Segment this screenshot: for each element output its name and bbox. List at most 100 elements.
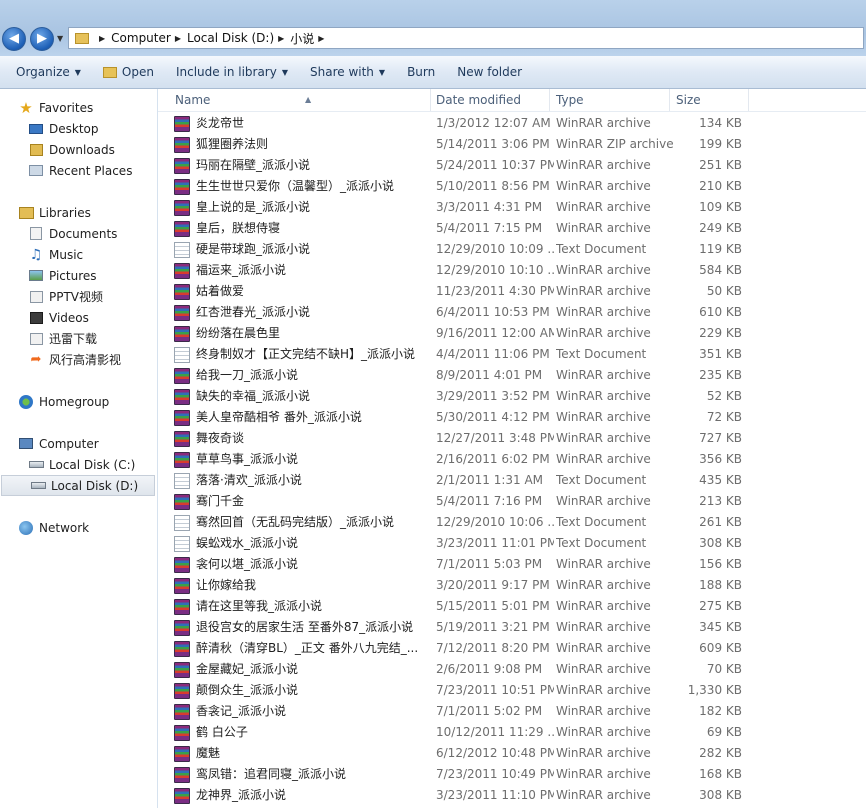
file-row[interactable]: 硬是带球跑_派派小说 12/29/2010 10:09 ... Text Docum…	[158, 239, 866, 260]
column-header-type[interactable]: Type	[550, 89, 670, 111]
file-size: 282 KB	[699, 746, 742, 760]
file-row[interactable]: 骞然回首（无乱码完结版）_派派小说 12/29/2010 10:06 ... Tex…	[158, 512, 866, 533]
file-date-modified: 3/29/2011 3:52 PM	[436, 389, 550, 403]
chevron-right-icon[interactable]: ▶	[278, 34, 284, 43]
nav-libraries[interactable]: Libraries	[0, 202, 175, 223]
column-label: Type	[556, 93, 584, 107]
winrar-archive-icon	[174, 745, 190, 762]
pptv-folder-icon	[28, 290, 44, 304]
file-size: 351 KB	[699, 347, 742, 361]
column-header-size[interactable]: Size	[670, 89, 749, 111]
file-row[interactable]: 舞夜奇谈 12/27/2011 3:48 PM WinRAR archive 727 …	[158, 428, 866, 449]
text-document-icon	[174, 472, 190, 489]
file-size: 182 KB	[699, 704, 742, 718]
nav-network[interactable]: Network	[0, 517, 175, 538]
file-name: 退役宫女的居家生活 至番外87_派派小说	[196, 620, 414, 634]
file-name-cell: 纷纷落在晨色里	[174, 323, 422, 344]
file-row[interactable]: 纷纷落在晨色里 9/16/2011 12:00 AM WinRAR archive 2…	[158, 323, 866, 344]
file-row[interactable]: 福运来_派派小说 12/29/2010 10:10 ... WinRAR archi…	[158, 260, 866, 281]
winrar-archive-icon	[174, 178, 190, 195]
file-date-modified: 11/23/2011 4:30 PM	[436, 284, 554, 298]
chevron-right-icon[interactable]: ▶	[99, 34, 105, 43]
file-name-cell: 生生世世只爱你（温馨型）_派派小说	[174, 176, 422, 197]
nav-favorites[interactable]: ★ Favorites	[0, 97, 175, 118]
file-name: 香衾记_派派小说	[196, 704, 287, 718]
breadcrumb-current-folder[interactable]: 小说	[290, 30, 314, 47]
file-row[interactable]: 草草鸟事_派派小说 2/16/2011 6:02 PM WinRAR archive…	[158, 449, 866, 470]
winrar-archive-icon	[174, 556, 190, 573]
file-row[interactable]: 给我一刀_派派小说 8/9/2011 4:01 PM WinRAR archive 2…	[158, 365, 866, 386]
breadcrumb: ▶ Computer ▶ Local Disk (D:) ▶ 小说 ▶	[95, 30, 330, 47]
file-row[interactable]: 狐狸圈养法则 5/14/2011 3:06 PM WinRAR ZIP archiv…	[158, 134, 866, 155]
address-bar[interactable]: ▶ Computer ▶ Local Disk (D:) ▶ 小说 ▶	[68, 27, 864, 49]
command-bar: Organize ▼ Open Include in library ▼ Sha…	[0, 56, 866, 89]
file-row[interactable]: 鸾凤错：追君同寝_派派小说 7/23/2011 10:49 PM WinRAR ar…	[158, 764, 866, 785]
file-row[interactable]: 终身制奴才【正文完结不缺H】_派派小说 4/4/2011 11:06 PM Text…	[158, 344, 866, 365]
file-name-cell: 请在这里等我_派派小说	[174, 596, 422, 617]
file-name-cell: 美人皇帝酷相爷 番外_派派小说	[174, 407, 422, 428]
nav-label: Recent Places	[49, 163, 133, 178]
file-name-cell: 骞然回首（无乱码完结版）_派派小说	[174, 512, 422, 533]
file-date-modified: 3/23/2011 11:10 PM	[436, 788, 554, 802]
nav-label: Homegroup	[39, 394, 110, 409]
include-in-library-button[interactable]: Include in library ▼	[168, 60, 296, 84]
file-row[interactable]: 玛丽在隔壁_派派小说 5/24/2011 10:37 PM WinRAR archi…	[158, 155, 866, 176]
file-size: 609 KB	[699, 641, 742, 655]
file-type: WinRAR archive	[556, 578, 651, 592]
column-header-name[interactable]: Name ▲	[169, 89, 431, 111]
burn-button[interactable]: Burn	[399, 60, 443, 84]
file-row[interactable]: 龙神界_派派小说 3/23/2011 11:10 PM WinRAR archive…	[158, 785, 866, 806]
file-row[interactable]: 姑着做爱 11/23/2011 4:30 PM WinRAR archive 50 K…	[158, 281, 866, 302]
column-header-date[interactable]: Date modified	[430, 89, 550, 111]
organize-button[interactable]: Organize ▼	[8, 60, 89, 84]
winrar-archive-icon	[174, 724, 190, 741]
file-row[interactable]: 衾何以堪_派派小说 7/1/2011 5:03 PM WinRAR archive 1…	[158, 554, 866, 575]
file-row[interactable]: 金屋藏妃_派派小说 2/6/2011 9:08 PM WinRAR archive 7…	[158, 659, 866, 680]
file-row[interactable]: 美人皇帝酷相爷 番外_派派小说 5/30/2011 4:12 PM WinRAR a…	[158, 407, 866, 428]
file-row[interactable]: 颠倒众生_派派小说 7/23/2011 10:51 PM WinRAR archiv…	[158, 680, 866, 701]
file-size: 251 KB	[699, 158, 742, 172]
file-size: 308 KB	[699, 536, 742, 550]
file-type: WinRAR archive	[556, 557, 651, 571]
back-arrow-icon[interactable]: ◀	[2, 27, 26, 51]
file-name-cell: 给我一刀_派派小说	[174, 365, 422, 386]
file-row[interactable]: 让你嫁给我 3/20/2011 9:17 PM WinRAR archive 188 …	[158, 575, 866, 596]
new-folder-button[interactable]: New folder	[449, 60, 530, 84]
file-size: 1,330 KB	[687, 683, 742, 697]
file-row[interactable]: 落落·清欢_派派小说 2/1/2011 1:31 AM Text Document 4…	[158, 470, 866, 491]
nav-local-disk-d[interactable]: Local Disk (D:)	[1, 475, 155, 496]
chevron-right-icon[interactable]: ▶	[175, 34, 181, 43]
open-button[interactable]: Open	[95, 60, 162, 84]
file-row[interactable]: 请在这里等我_派派小说 5/15/2011 5:01 PM WinRAR archi…	[158, 596, 866, 617]
forward-arrow-icon[interactable]: ▶	[30, 27, 54, 51]
file-name: 硬是带球跑_派派小说	[196, 242, 311, 256]
nav-homegroup[interactable]: Homegroup	[0, 391, 175, 412]
file-row[interactable]: 香衾记_派派小说 7/1/2011 5:02 PM WinRAR archive 18…	[158, 701, 866, 722]
file-row[interactable]: 醉清秋（清穿BL）_正文 番外八九完结_... 7/12/2011 8:20 PM…	[158, 638, 866, 659]
breadcrumb-computer[interactable]: Computer	[111, 31, 171, 45]
file-row[interactable]: 生生世世只爱你（温馨型）_派派小说 5/10/2011 8:56 PM WinRAR…	[158, 176, 866, 197]
recent-pages-chevron-icon[interactable]: ▼	[57, 32, 65, 46]
file-row[interactable]: 魔魅 6/12/2012 10:48 PM WinRAR archive 282 KB	[158, 743, 866, 764]
xunlei-folder-icon	[28, 332, 44, 346]
winrar-archive-icon	[174, 766, 190, 783]
file-row[interactable]: 退役宫女的居家生活 至番外87_派派小说 5/19/2011 3:21 PM Win…	[158, 617, 866, 638]
nav-computer[interactable]: Computer	[0, 433, 175, 454]
file-row[interactable]: 鹤 白公子 10/12/2011 11:29 ... WinRAR archive 6…	[158, 722, 866, 743]
share-with-button[interactable]: Share with ▼	[302, 60, 393, 84]
column-label: Date modified	[436, 93, 522, 107]
file-row[interactable]: 蜈蚣戏水_派派小说 3/23/2011 11:01 PM Text Document…	[158, 533, 866, 554]
file-date-modified: 6/12/2012 10:48 PM	[436, 746, 554, 760]
file-type: Text Document	[556, 347, 647, 361]
file-row[interactable]: 炎龙帝世 1/3/2012 12:07 AM WinRAR archive 134 K…	[158, 113, 866, 134]
winrar-archive-icon	[174, 304, 190, 321]
file-row[interactable]: 缺失的幸福_派派小说 3/29/2011 3:52 PM WinRAR archiv…	[158, 386, 866, 407]
file-row[interactable]: 皇上说的是_派派小说 3/3/2011 4:31 PM WinRAR archive…	[158, 197, 866, 218]
file-size: 70 KB	[706, 662, 742, 676]
file-row[interactable]: 皇后，朕想侍寝 5/4/2011 7:15 PM WinRAR archive 249…	[158, 218, 866, 239]
hard-drive-icon	[28, 458, 44, 472]
file-row[interactable]: 红杏泄春光_派派小说 6/4/2011 10:53 PM WinRAR archiv…	[158, 302, 866, 323]
chevron-right-icon[interactable]: ▶	[318, 34, 324, 43]
file-row[interactable]: 骞门千金 5/4/2011 7:16 PM WinRAR archive 213 KB	[158, 491, 866, 512]
breadcrumb-local-disk-d[interactable]: Local Disk (D:)	[187, 31, 274, 45]
